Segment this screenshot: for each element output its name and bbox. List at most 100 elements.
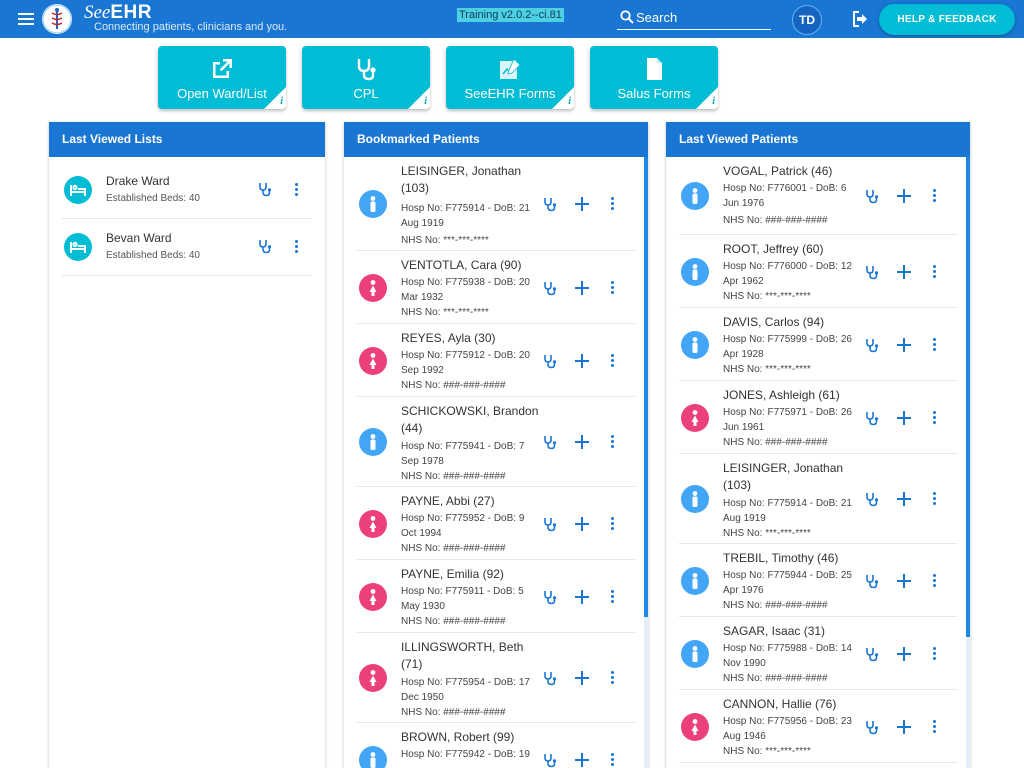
patient-name[interactable]: SAGAR, Isaac (31) bbox=[723, 623, 863, 640]
more-options-icon[interactable] bbox=[929, 410, 939, 426]
menu-icon[interactable] bbox=[18, 13, 34, 25]
more-options-icon[interactable] bbox=[607, 752, 617, 768]
scrollbar-thumb[interactable] bbox=[644, 157, 648, 617]
add-icon[interactable] bbox=[897, 411, 911, 425]
add-icon[interactable] bbox=[575, 517, 589, 531]
more-options-icon[interactable] bbox=[607, 434, 617, 450]
cpl-tile[interactable]: CPL i bbox=[302, 46, 430, 109]
patient-name[interactable]: SCHICKOWSKI, Brandon (44) bbox=[401, 403, 541, 437]
logout-icon[interactable] bbox=[851, 10, 871, 33]
patient-row[interactable]: LEISINGER, Jonathan (103) Hosp No: F77591… bbox=[679, 454, 957, 544]
patient-row[interactable]: ILLINGSWORTH, Beth (71) Hosp No: F775954 … bbox=[357, 633, 635, 723]
add-icon[interactable] bbox=[897, 189, 911, 203]
add-icon[interactable] bbox=[575, 197, 589, 211]
more-options-icon[interactable] bbox=[607, 589, 617, 605]
patient-row[interactable]: VENTOTLA, Cara (90) Hosp No: F775938 - Do… bbox=[357, 251, 635, 324]
add-icon[interactable] bbox=[575, 590, 589, 604]
more-options-icon[interactable] bbox=[291, 182, 301, 198]
patient-row[interactable]: REYES, Ayla (30) Hosp No: F775912 - DoB: … bbox=[357, 324, 635, 397]
help-feedback-button[interactable]: HELP & FEEDBACK bbox=[879, 4, 1015, 35]
add-icon[interactable] bbox=[897, 338, 911, 352]
stethoscope-icon[interactable] bbox=[258, 182, 272, 197]
ward-list-item[interactable]: Bevan Ward Established Beds: 40 bbox=[62, 219, 312, 276]
patient-name[interactable]: VOGAL, Patrick (46) bbox=[723, 163, 863, 180]
patient-name[interactable]: CANNON, Hallie (76) bbox=[723, 696, 863, 713]
stethoscope-icon[interactable] bbox=[865, 492, 879, 507]
add-icon[interactable] bbox=[897, 647, 911, 661]
patient-name[interactable]: ROOT, Jeffrey (60) bbox=[723, 241, 863, 258]
stethoscope-icon[interactable] bbox=[543, 671, 557, 686]
more-options-icon[interactable] bbox=[929, 646, 939, 662]
more-options-icon[interactable] bbox=[929, 264, 939, 280]
more-options-icon[interactable] bbox=[607, 516, 617, 532]
patient-name[interactable]: REYES, Ayla (30) bbox=[401, 330, 541, 347]
more-options-icon[interactable] bbox=[929, 337, 939, 353]
add-icon[interactable] bbox=[575, 435, 589, 449]
add-icon[interactable] bbox=[575, 354, 589, 368]
stethoscope-icon[interactable] bbox=[543, 753, 557, 768]
search-box[interactable] bbox=[617, 6, 771, 30]
scrollbar-thumb[interactable] bbox=[966, 157, 970, 637]
stethoscope-icon[interactable] bbox=[543, 517, 557, 532]
patient-row[interactable]: VOGAL, Patrick (46) Hosp No: F776001 - Do… bbox=[679, 157, 957, 235]
more-options-icon[interactable] bbox=[291, 239, 301, 255]
patient-row[interactable]: LEISINGER, Jonathan (103) Hosp No: F77591… bbox=[357, 157, 635, 251]
stethoscope-icon[interactable] bbox=[543, 435, 557, 450]
add-icon[interactable] bbox=[897, 265, 911, 279]
search-input[interactable] bbox=[636, 8, 766, 26]
patient-name[interactable]: BROWN, Robert (99) bbox=[401, 729, 541, 746]
patient-name[interactable]: PAYNE, Abbi (27) bbox=[401, 493, 541, 510]
salus-forms-tile[interactable]: Salus Forms i bbox=[590, 46, 718, 109]
patient-row[interactable]: TREBIL, Timothy (46) Hosp No: F775944 - D… bbox=[679, 544, 957, 617]
patient-row[interactable]: BROWN, Robert (99) Hosp No: F775942 - DoB… bbox=[357, 723, 635, 768]
stethoscope-icon[interactable] bbox=[543, 590, 557, 605]
stethoscope-icon[interactable] bbox=[865, 265, 879, 280]
stethoscope-icon[interactable] bbox=[865, 189, 879, 204]
more-options-icon[interactable] bbox=[607, 353, 617, 369]
more-options-icon[interactable] bbox=[929, 188, 939, 204]
patient-row[interactable]: ROOT, Jeffrey (60) Hosp No: F776000 - DoB… bbox=[679, 235, 957, 308]
stethoscope-icon[interactable] bbox=[865, 411, 879, 426]
add-icon[interactable] bbox=[897, 720, 911, 734]
more-options-icon[interactable] bbox=[607, 196, 617, 212]
patient-name[interactable]: JONES, Ashleigh (61) bbox=[723, 387, 863, 404]
add-icon[interactable] bbox=[897, 492, 911, 506]
stethoscope-icon[interactable] bbox=[865, 338, 879, 353]
patient-name[interactable]: DAVIS, Carlos (94) bbox=[723, 314, 863, 331]
patient-row[interactable]: JONES, Ashleigh (61) Hosp No: F775971 - D… bbox=[679, 381, 957, 454]
stethoscope-icon[interactable] bbox=[543, 281, 557, 296]
patient-row[interactable]: DAVIS, Carlos (94) Hosp No: F775999 - DoB… bbox=[679, 308, 957, 381]
patient-row[interactable]: PAYNE, Abbi (27) Hosp No: F775952 - DoB: … bbox=[357, 487, 635, 560]
add-icon[interactable] bbox=[575, 753, 589, 767]
scrollbar[interactable] bbox=[966, 157, 970, 768]
stethoscope-icon[interactable] bbox=[258, 239, 272, 254]
add-icon[interactable] bbox=[897, 574, 911, 588]
stethoscope-icon[interactable] bbox=[865, 574, 879, 589]
more-options-icon[interactable] bbox=[929, 491, 939, 507]
patient-name[interactable]: LEISINGER, Jonathan (103) bbox=[401, 163, 541, 197]
seeehr-forms-tile[interactable]: SeeEHR Forms i bbox=[446, 46, 574, 109]
patient-name[interactable]: VENTOTLA, Cara (90) bbox=[401, 257, 541, 274]
patient-name[interactable]: LEISINGER, Jonathan (103) bbox=[723, 460, 863, 494]
open-ward-list-tile[interactable]: Open Ward/List i bbox=[158, 46, 286, 109]
stethoscope-icon[interactable] bbox=[865, 647, 879, 662]
seeehr-logo[interactable] bbox=[42, 4, 72, 34]
more-options-icon[interactable] bbox=[607, 670, 617, 686]
patient-name[interactable]: ILLINGSWORTH, Beth (71) bbox=[401, 639, 541, 673]
add-icon[interactable] bbox=[575, 671, 589, 685]
patient-name[interactable]: TREBIL, Timothy (46) bbox=[723, 550, 863, 567]
stethoscope-icon[interactable] bbox=[543, 354, 557, 369]
more-options-icon[interactable] bbox=[607, 280, 617, 296]
user-avatar[interactable]: TD bbox=[792, 5, 822, 35]
patient-row[interactable]: PAYNE, Emilia (92) Hosp No: F775911 - DoB… bbox=[357, 560, 635, 633]
patient-row[interactable]: SAGAR, Isaac (31) Hosp No: F775988 - DoB:… bbox=[679, 617, 957, 690]
stethoscope-icon[interactable] bbox=[865, 720, 879, 735]
scrollbar[interactable] bbox=[644, 157, 648, 768]
patient-name[interactable]: PAYNE, Emilia (92) bbox=[401, 566, 541, 583]
more-options-icon[interactable] bbox=[929, 573, 939, 589]
ward-list-item[interactable]: Drake Ward Established Beds: 40 bbox=[62, 157, 312, 219]
patient-row[interactable]: CANNON, Hallie (76) Hosp No: F775956 - Do… bbox=[679, 690, 957, 763]
more-options-icon[interactable] bbox=[929, 719, 939, 735]
add-icon[interactable] bbox=[575, 281, 589, 295]
patient-row[interactable]: SCHICKOWSKI, Brandon (44) Hosp No: F77594… bbox=[357, 397, 635, 487]
